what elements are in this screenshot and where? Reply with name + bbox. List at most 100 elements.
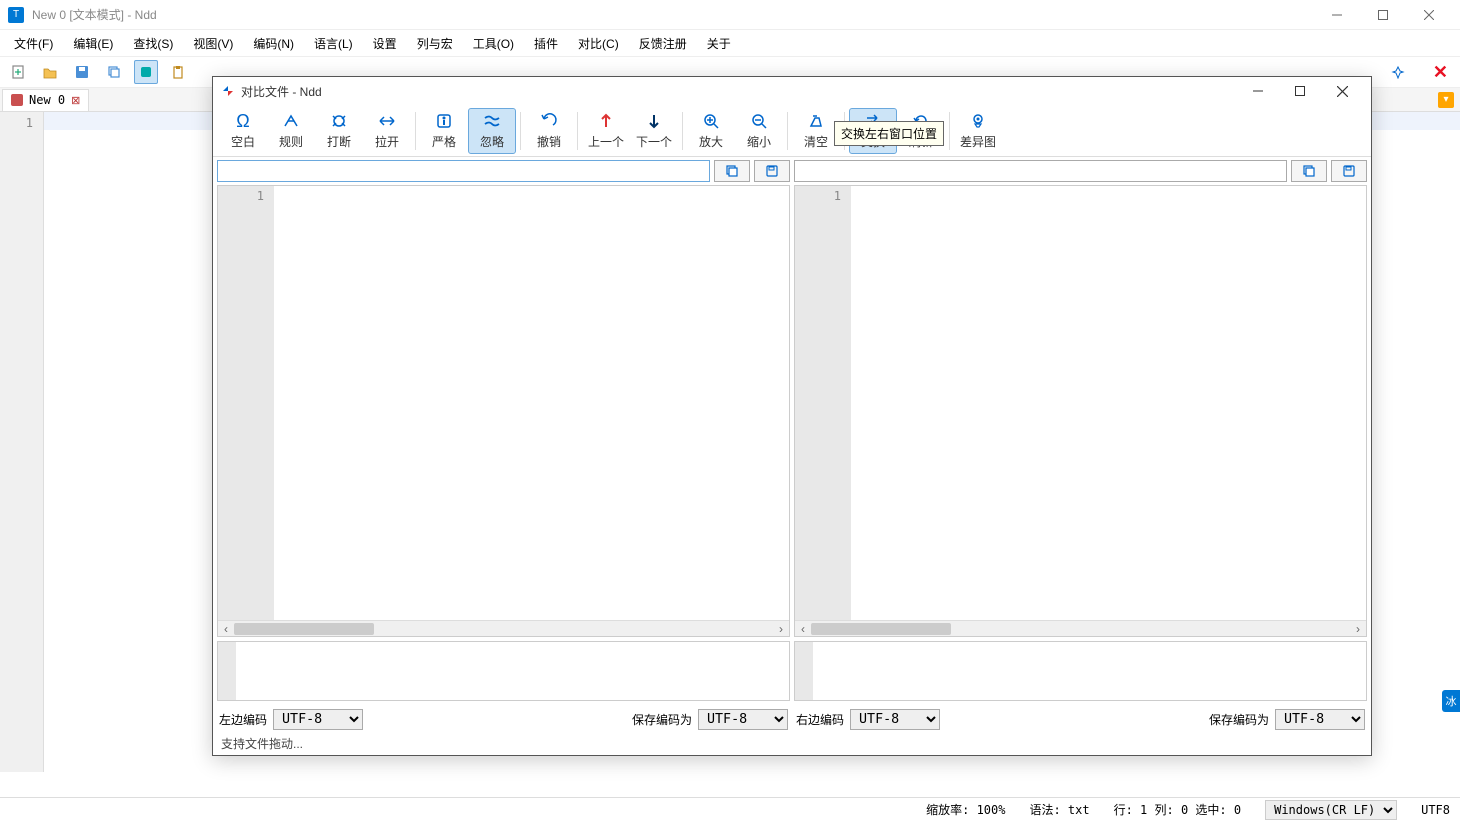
omega-icon: Ω xyxy=(236,111,249,131)
left-save-button[interactable] xyxy=(754,160,790,182)
separator xyxy=(520,112,521,150)
tool-zoomout[interactable]: 缩小 xyxy=(735,108,783,154)
scroll-thumb[interactable] xyxy=(234,623,374,635)
tool-stretch[interactable]: 拉开 xyxy=(363,108,411,154)
scroll-right-icon[interactable]: › xyxy=(1350,622,1366,636)
tab-new0[interactable]: New 0 ⊠ xyxy=(2,89,89,111)
separator xyxy=(415,112,416,150)
app-icon: T xyxy=(8,7,24,23)
status-pos: 行: 1 列: 0 选中: 0 xyxy=(1114,801,1241,818)
scroll-thumb[interactable] xyxy=(811,623,951,635)
dialog-close-button[interactable] xyxy=(1321,77,1363,105)
log-area xyxy=(213,637,1371,705)
left-save-enc-label: 保存编码为 xyxy=(632,711,692,728)
pin-icon[interactable] xyxy=(1386,60,1410,84)
right-enc-label: 右边编码 xyxy=(796,711,844,728)
zoom-out-icon xyxy=(749,111,769,131)
right-save-enc-select[interactable]: UTF-8 xyxy=(1275,709,1365,730)
line-number: 1 xyxy=(218,189,264,203)
separator xyxy=(787,112,788,150)
tool-undo[interactable]: 撤销 xyxy=(525,108,573,154)
right-save-enc-label: 保存编码为 xyxy=(1209,711,1269,728)
menu-edit[interactable]: 编辑(E) xyxy=(63,31,123,56)
left-diff-body[interactable] xyxy=(274,186,789,620)
open-file-icon[interactable] xyxy=(38,60,62,84)
undo-icon xyxy=(539,111,559,131)
scroll-right-icon[interactable]: › xyxy=(773,622,789,636)
highlight-icon[interactable] xyxy=(134,60,158,84)
diffmap-icon xyxy=(968,111,988,131)
right-hscroll[interactable]: ‹ › xyxy=(795,620,1366,636)
left-hscroll[interactable]: ‹ › xyxy=(218,620,789,636)
copy-icon[interactable] xyxy=(102,60,126,84)
right-save-button[interactable] xyxy=(1331,160,1367,182)
menubar: 文件(F) 编辑(E) 查找(S) 视图(V) 编码(N) 语言(L) 设置 列… xyxy=(0,30,1460,56)
tool-rules[interactable]: 规则 xyxy=(267,108,315,154)
left-path-input[interactable] xyxy=(217,160,710,182)
statusbar: 缩放率: 100% 语法: txt 行: 1 列: 0 选中: 0 Window… xyxy=(0,797,1460,821)
encoding-row: 左边编码 UTF-8 保存编码为 UTF-8 右边编码 UTF-8 保存编码为 … xyxy=(213,705,1371,733)
dialog-title: 对比文件 - Ndd xyxy=(241,83,1237,100)
arrow-down-icon xyxy=(644,111,664,131)
menu-file[interactable]: 文件(F) xyxy=(4,31,63,56)
new-file-icon[interactable] xyxy=(6,60,30,84)
tool-clear[interactable]: 清空 xyxy=(792,108,840,154)
menu-encoding[interactable]: 编码(N) xyxy=(243,31,304,56)
menu-language[interactable]: 语言(L) xyxy=(304,31,363,56)
right-log-pane[interactable] xyxy=(794,641,1367,701)
tool-next[interactable]: 下一个 xyxy=(630,108,678,154)
diff-area: 1 ‹ › 1 ‹ › xyxy=(213,185,1371,637)
menu-view[interactable]: 视图(V) xyxy=(183,31,243,56)
status-zoom: 缩放率: 100% xyxy=(926,801,1005,818)
left-save-enc-select[interactable]: UTF-8 xyxy=(698,709,788,730)
tool-whitespace[interactable]: Ω空白 xyxy=(219,108,267,154)
left-browse-button[interactable] xyxy=(714,160,750,182)
status-eol-select[interactable]: Windows(CR LF) xyxy=(1265,800,1397,820)
separator xyxy=(577,112,578,150)
menu-find[interactable]: 查找(S) xyxy=(123,31,183,56)
dialog-minimize-button[interactable] xyxy=(1237,77,1279,105)
menu-settings[interactable]: 设置 xyxy=(363,31,407,56)
tab-close-icon[interactable]: ⊠ xyxy=(71,94,80,107)
right-enc-select[interactable]: UTF-8 xyxy=(850,709,940,730)
menu-plugins[interactable]: 插件 xyxy=(524,31,568,56)
left-enc-label: 左边编码 xyxy=(219,711,267,728)
compare-dialog: 对比文件 - Ndd Ω空白 规则 打断 拉开 严格 忽略 撤销 上一个 下一个… xyxy=(212,76,1372,756)
main-titlebar: T New 0 [文本模式] - Ndd xyxy=(0,0,1460,30)
right-browse-button[interactable] xyxy=(1291,160,1327,182)
save-icon[interactable] xyxy=(70,60,94,84)
rules-icon xyxy=(281,111,301,131)
close-button[interactable] xyxy=(1406,0,1452,30)
float-pill[interactable]: 冰 xyxy=(1442,690,1460,712)
dialog-maximize-button[interactable] xyxy=(1279,77,1321,105)
tool-break[interactable]: 打断 xyxy=(315,108,363,154)
tool-ignore[interactable]: 忽略 xyxy=(468,108,516,154)
swap-tooltip: 交换左右窗口位置 xyxy=(834,121,944,146)
tool-zoomin[interactable]: 放大 xyxy=(687,108,735,154)
status-lang: 语法: txt xyxy=(1029,801,1089,818)
menu-about[interactable]: 关于 xyxy=(697,31,741,56)
tool-strict[interactable]: 严格 xyxy=(420,108,468,154)
paste-icon[interactable] xyxy=(166,60,190,84)
menu-tools[interactable]: 工具(O) xyxy=(463,31,524,56)
tool-diffmap[interactable]: 差异图 xyxy=(954,108,1002,154)
strict-icon xyxy=(434,111,454,131)
arrow-up-icon xyxy=(596,111,616,131)
right-diff-body[interactable] xyxy=(851,186,1366,620)
close-doc-icon[interactable]: ✕ xyxy=(1433,62,1448,83)
tool-prev[interactable]: 上一个 xyxy=(582,108,630,154)
menu-feedback[interactable]: 反馈注册 xyxy=(629,31,697,56)
maximize-button[interactable] xyxy=(1360,0,1406,30)
menu-column-macro[interactable]: 列与宏 xyxy=(407,31,463,56)
left-log-pane[interactable] xyxy=(217,641,790,701)
menu-compare[interactable]: 对比(C) xyxy=(568,31,629,56)
right-diff-pane: 1 ‹ › xyxy=(794,185,1367,637)
scroll-left-icon[interactable]: ‹ xyxy=(795,622,811,636)
minimize-button[interactable] xyxy=(1314,0,1360,30)
tab-expand-icon[interactable]: ▾ xyxy=(1438,92,1454,108)
left-enc-select[interactable]: UTF-8 xyxy=(273,709,363,730)
left-diff-pane: 1 ‹ › xyxy=(217,185,790,637)
scroll-left-icon[interactable]: ‹ xyxy=(218,622,234,636)
compare-toolbar: Ω空白 规则 打断 拉开 严格 忽略 撤销 上一个 下一个 放大 缩小 清空 交… xyxy=(213,105,1371,157)
right-path-input[interactable] xyxy=(794,160,1287,182)
